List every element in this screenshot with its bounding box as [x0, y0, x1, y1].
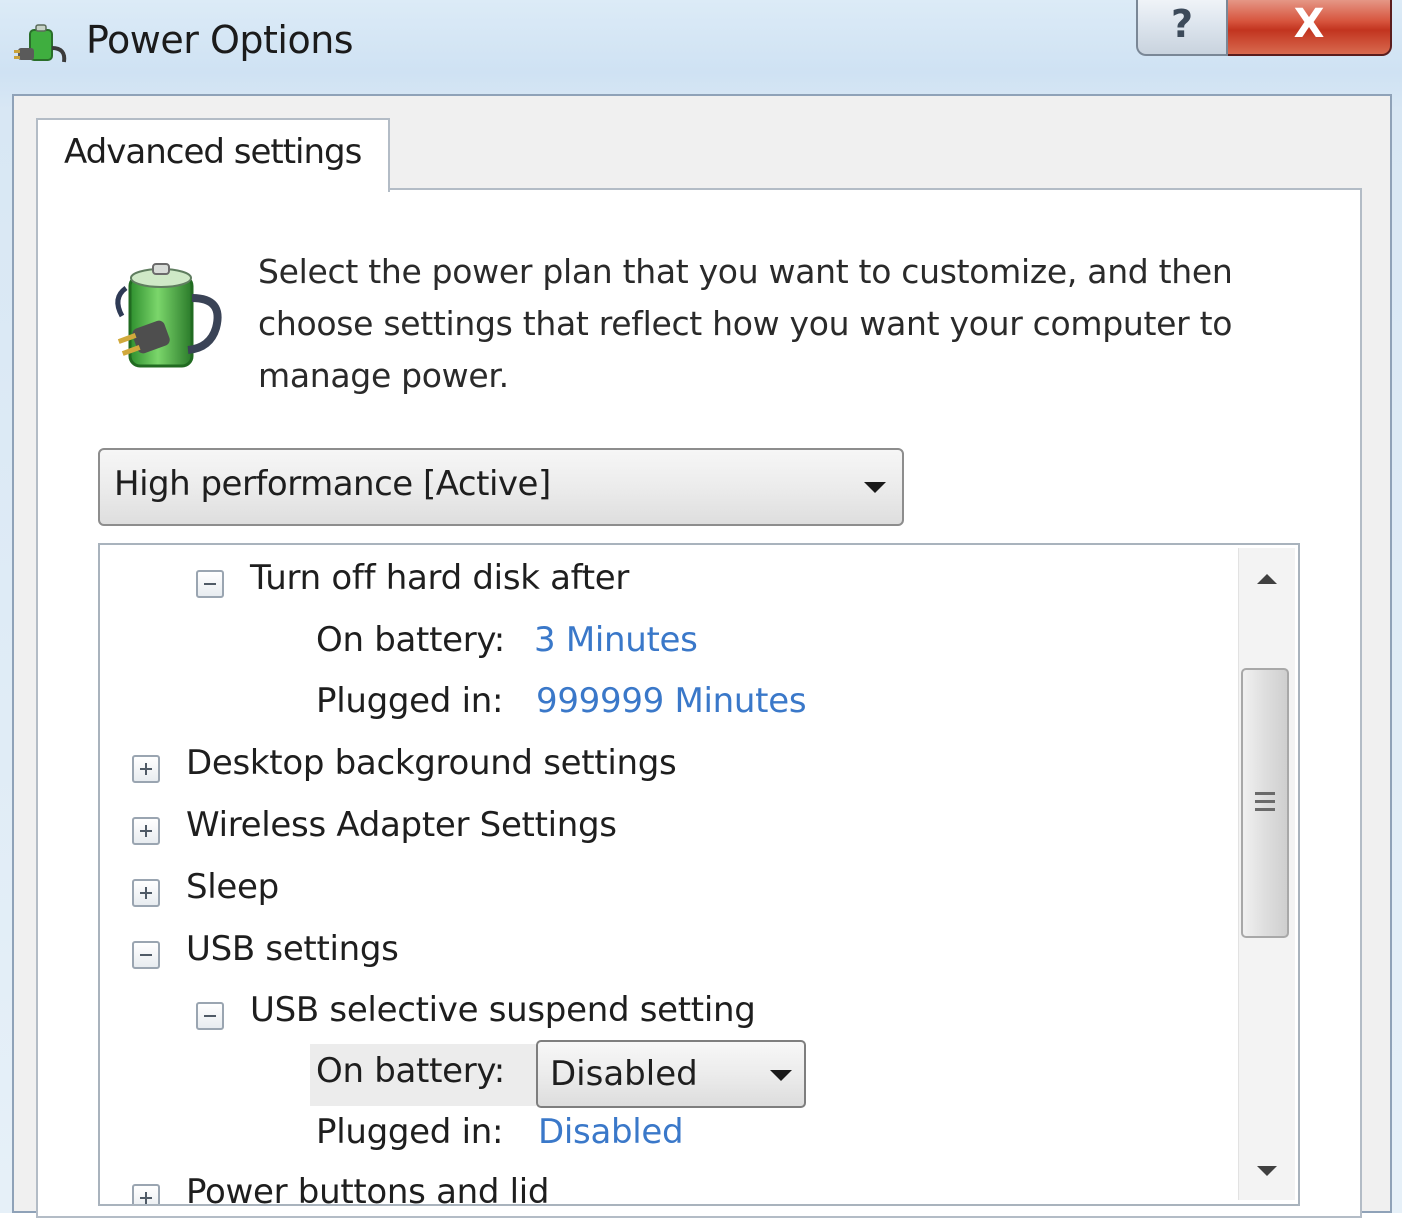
- title-bar: Power Options ? X: [0, 0, 1402, 92]
- expand-icon[interactable]: [132, 879, 160, 907]
- power-plan-value: High performance [Active]: [114, 464, 551, 504]
- usb-on-battery-label: On battery:: [316, 1051, 505, 1091]
- power-plan-dropdown[interactable]: High performance [Active]: [98, 448, 904, 526]
- expand-icon[interactable]: [132, 1184, 160, 1204]
- usb-on-battery-value: Disabled: [550, 1054, 698, 1094]
- tree-item-hard-disk[interactable]: Turn off hard disk after: [250, 558, 629, 598]
- tree-item-power-buttons[interactable]: Power buttons and lid: [186, 1172, 550, 1204]
- close-button[interactable]: X: [1228, 0, 1392, 56]
- collapse-icon[interactable]: [196, 570, 224, 598]
- tree-item-desktop-background[interactable]: Desktop background settings: [186, 743, 677, 783]
- scroll-up-arrow-icon[interactable]: [1257, 574, 1277, 584]
- chevron-down-icon: [864, 482, 886, 493]
- battery-plug-icon: [115, 263, 222, 368]
- help-button[interactable]: ?: [1136, 0, 1228, 56]
- collapse-icon[interactable]: [196, 1002, 224, 1030]
- hard-disk-on-battery-value[interactable]: 3 Minutes: [534, 620, 698, 660]
- usb-plugged-in-label: Plugged in:: [316, 1112, 504, 1152]
- hard-disk-plugged-in-label: Plugged in:: [316, 681, 504, 721]
- chevron-down-icon: [770, 1070, 792, 1081]
- window-title: Power Options: [86, 18, 354, 62]
- help-icon: ?: [1170, 2, 1194, 46]
- clipped-row-container: Power buttons and lid: [100, 1170, 1238, 1204]
- hard-disk-plugged-in-value[interactable]: 999999 Minutes: [536, 681, 807, 721]
- tree-item-usb-selective-suspend[interactable]: USB selective suspend setting: [250, 990, 756, 1030]
- grip-line: [1255, 808, 1275, 811]
- usb-on-battery-dropdown[interactable]: Disabled: [536, 1040, 806, 1108]
- tab-label: Advanced settings: [64, 132, 362, 172]
- hard-disk-on-battery-label: On battery:: [316, 620, 505, 660]
- expand-icon[interactable]: [132, 755, 160, 783]
- expand-icon[interactable]: [132, 817, 160, 845]
- tree-item-sleep[interactable]: Sleep: [186, 867, 279, 907]
- power-plug-icon: [14, 24, 67, 63]
- grip-line: [1255, 800, 1275, 803]
- tree-item-wireless-adapter[interactable]: Wireless Adapter Settings: [186, 805, 617, 845]
- scroll-down-arrow-icon[interactable]: [1257, 1166, 1277, 1176]
- close-icon: X: [1293, 1, 1325, 47]
- scrollbar-thumb[interactable]: [1241, 668, 1289, 938]
- tab-advanced-settings[interactable]: Advanced settings: [36, 118, 390, 192]
- collapse-icon[interactable]: [132, 941, 160, 969]
- tree-item-usb-settings[interactable]: USB settings: [186, 929, 399, 969]
- grip-line: [1255, 792, 1275, 795]
- instruction-text: Select the power plan that you want to c…: [258, 252, 1233, 395]
- usb-plugged-in-value[interactable]: Disabled: [538, 1112, 684, 1152]
